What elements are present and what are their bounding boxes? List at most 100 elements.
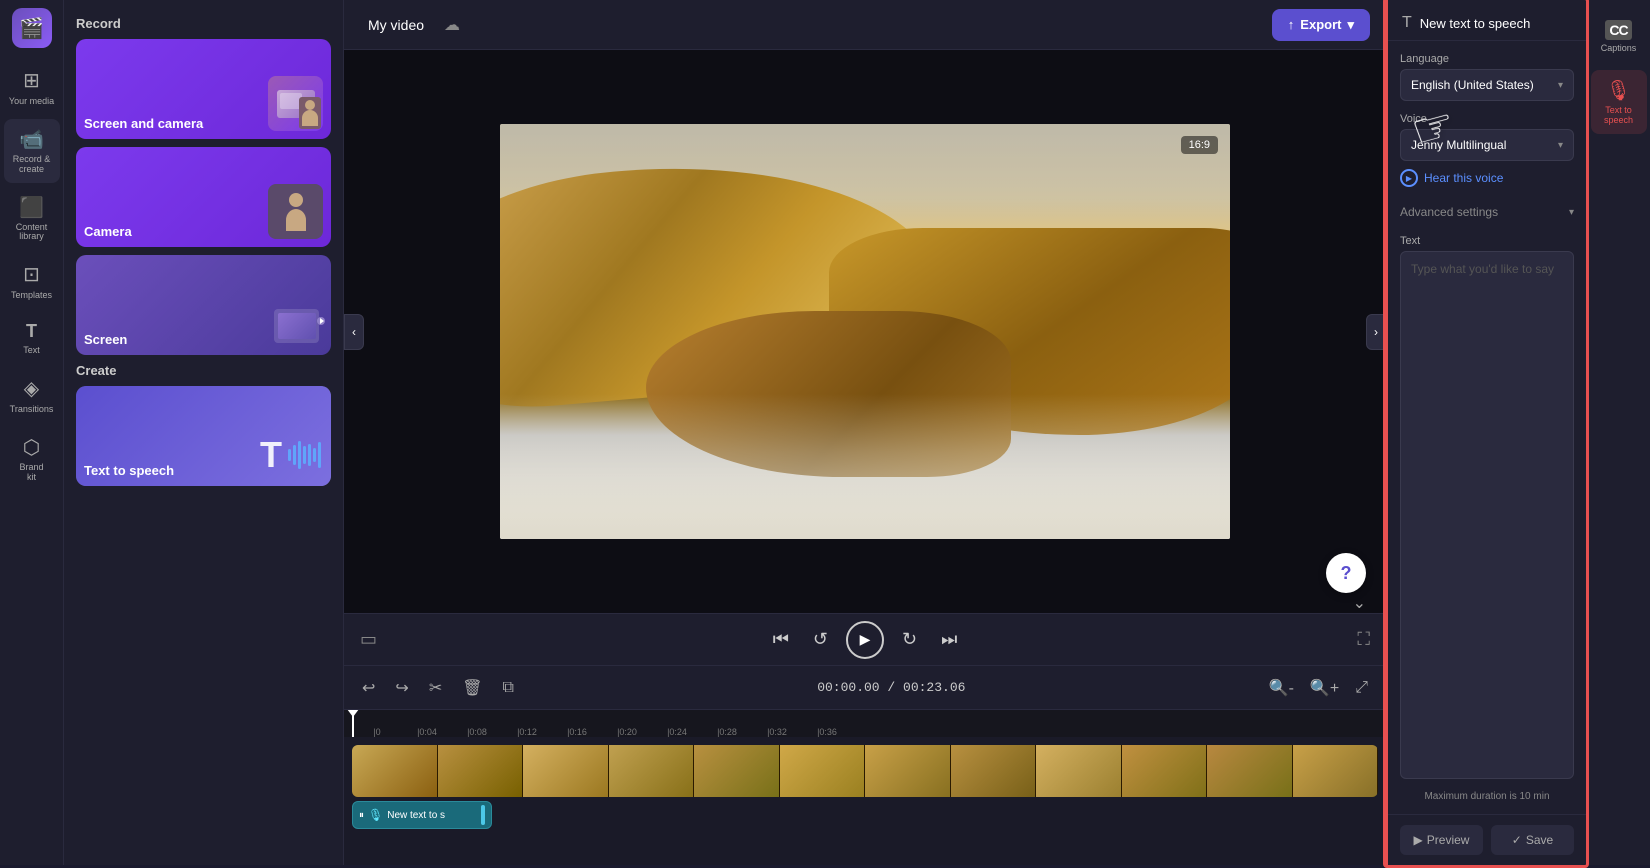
save-button[interactable]: ✓ Save: [1491, 825, 1574, 855]
play-pause-button[interactable]: ▶: [846, 621, 884, 659]
content-library-icon: ⬛: [19, 195, 44, 220]
camera-thumbnail: [268, 184, 323, 239]
voice-value: Jenny Multilingual: [1411, 138, 1506, 152]
camera-card[interactable]: Camera: [76, 147, 331, 247]
tts-wave-icon: 🎙: [368, 808, 383, 822]
save-check-icon: ✓: [1512, 833, 1522, 847]
tts-resize-handle[interactable]: [481, 805, 485, 825]
video-title-button[interactable]: My video: [360, 13, 432, 37]
panel-title: New text to speech: [1420, 16, 1531, 31]
redo-button[interactable]: ↪: [389, 674, 414, 702]
tts-t-icon: T: [260, 434, 282, 476]
copy-button[interactable]: ⧉: [497, 675, 520, 701]
preview-button[interactable]: ▶ Preview: [1400, 825, 1483, 855]
advanced-settings-arrow-icon: ▾: [1569, 207, 1574, 218]
collapse-right-button[interactable]: ›: [1366, 314, 1386, 350]
video-track[interactable]: [352, 745, 1378, 797]
delete-button[interactable]: 🗑: [456, 674, 488, 702]
captions-nav-item[interactable]: CC Captions: [1591, 12, 1647, 62]
ruler-tick-4: |0:04: [402, 727, 452, 737]
text-input[interactable]: [1400, 251, 1574, 779]
ruler-tick-36: |0:36: [802, 727, 852, 737]
timeline-toolbar: ↩ ↪ ✂ 🗑 ⧉ 00:00.00 / 00:23.06 🔍- 🔍+ ⤢: [344, 665, 1386, 709]
screen-camera-thumbnail: [268, 76, 323, 131]
video-frame: 16:9: [500, 124, 1230, 539]
forward-5-button[interactable]: ↻: [896, 623, 923, 656]
sidebar-item-label: Transitions: [10, 404, 54, 415]
sidebar-item-label: Brandkit: [19, 463, 43, 483]
fit-to-window-button[interactable]: ⤢: [1349, 675, 1374, 701]
fullscreen-icon[interactable]: ⛶: [1357, 629, 1370, 650]
sidebar-item-transitions[interactable]: ◈ Transitions: [4, 368, 60, 423]
panel-header: T New text to speech: [1388, 0, 1586, 41]
ruler-tick-20: |0:20: [602, 727, 652, 737]
export-chevron-icon: ▾: [1347, 17, 1354, 33]
text-icon: T: [26, 321, 37, 342]
collapse-left-button[interactable]: ‹: [344, 314, 364, 350]
tts-track[interactable]: ⏸ 🎙 New text to s: [352, 801, 492, 829]
sidebar-item-brand-kit[interactable]: ⬡ Brandkit: [4, 427, 60, 491]
zoom-controls: 🔍- 🔍+ ⤢: [1263, 674, 1374, 702]
captions-icon: CC: [1605, 20, 1631, 40]
sidebar-item-text[interactable]: T Text: [4, 313, 60, 364]
screen-camera-label: Screen and camera: [84, 116, 203, 131]
film-frame: [1122, 745, 1208, 797]
sidebar-item-label: Templates: [11, 290, 52, 301]
sidebar-item-your-media[interactable]: ⊞ Your media: [4, 60, 60, 115]
text-to-speech-panel: T New text to speech Language English (U…: [1386, 0, 1586, 865]
your-media-icon: ⊞: [23, 68, 40, 93]
sidebar-item-record-create[interactable]: 📹 Record &create: [4, 119, 60, 183]
hear-voice-label: Hear this voice: [1424, 171, 1503, 185]
ruler-tick-24: |0:24: [652, 727, 702, 737]
film-frame: [438, 745, 524, 797]
video-title-text: My video: [368, 17, 424, 33]
zoom-out-button[interactable]: 🔍-: [1263, 674, 1300, 702]
text-field-group: Text: [1400, 235, 1574, 779]
help-button[interactable]: ?: [1326, 553, 1366, 593]
export-icon: ↑: [1288, 17, 1295, 32]
tts-pause-icon: ⏸: [359, 810, 364, 821]
advanced-settings-row[interactable]: Advanced settings ▾: [1400, 201, 1574, 223]
voice-select[interactable]: Jenny Multilingual ▾: [1400, 129, 1574, 161]
panel-chevron-down[interactable]: ⌄: [1353, 593, 1366, 613]
ruler-tick-8: |0:08: [452, 727, 502, 737]
tts-nav-icon: 🎙: [1606, 78, 1631, 103]
save-label: Save: [1526, 833, 1553, 847]
filmstrip: [352, 745, 1378, 797]
sidebar-item-label: Contentlibrary: [16, 223, 48, 243]
sidebar-item-content-library[interactable]: ⬛ Contentlibrary: [4, 187, 60, 251]
film-frame: [1207, 745, 1293, 797]
cut-button[interactable]: ✂: [423, 674, 448, 702]
export-button[interactable]: ↑ Export ▾: [1272, 9, 1370, 41]
language-dropdown-arrow: ▾: [1558, 80, 1563, 91]
transitions-icon: ◈: [24, 376, 39, 401]
sidebar-item-templates[interactable]: ⊡ Templates: [4, 254, 60, 309]
ruler-tick-0: |0: [352, 727, 402, 737]
language-select[interactable]: English (United States) ▾: [1400, 69, 1574, 101]
timeline-ruler: |0 |0:04 |0:08 |0:12 |0:16 |0:20 |0:24 |…: [344, 709, 1386, 737]
undo-button[interactable]: ↩: [356, 674, 381, 702]
zoom-in-button[interactable]: 🔍+: [1304, 674, 1345, 702]
captions-label: Captions: [1601, 43, 1637, 54]
hear-voice-button[interactable]: ▶ Hear this voice: [1400, 167, 1503, 189]
export-label: Export: [1300, 17, 1341, 32]
voice-field: Voice Jenny Multilingual ▾ ▶ Hear this v…: [1400, 113, 1574, 189]
tts-track-label: New text to s: [387, 810, 445, 821]
film-frame: [352, 745, 438, 797]
rewind-5-button[interactable]: ↺: [807, 623, 834, 656]
ruler-tick-16: |0:16: [552, 727, 602, 737]
tts-nav-item[interactable]: 🎙 Text tospeech: [1591, 70, 1647, 134]
ruler-tick-12: |0:12: [502, 727, 552, 737]
sidebar-item-label: Record &create: [13, 155, 51, 175]
film-frame: [523, 745, 609, 797]
text-to-speech-card[interactable]: Text to speech T: [76, 386, 331, 486]
advanced-settings-label: Advanced settings: [1400, 205, 1498, 219]
skip-forward-button[interactable]: ⏭: [935, 623, 963, 656]
skip-back-button[interactable]: ⏮: [767, 623, 795, 656]
tts-card-label: Text to speech: [84, 463, 174, 478]
screen-camera-card[interactable]: Screen and camera: [76, 39, 331, 139]
preview-play-icon: ▶: [1414, 833, 1423, 847]
screen-card[interactable]: Screen: [76, 255, 331, 355]
desert-background: [500, 124, 1230, 539]
max-duration-note: Maximum duration is 10 min: [1400, 791, 1574, 802]
